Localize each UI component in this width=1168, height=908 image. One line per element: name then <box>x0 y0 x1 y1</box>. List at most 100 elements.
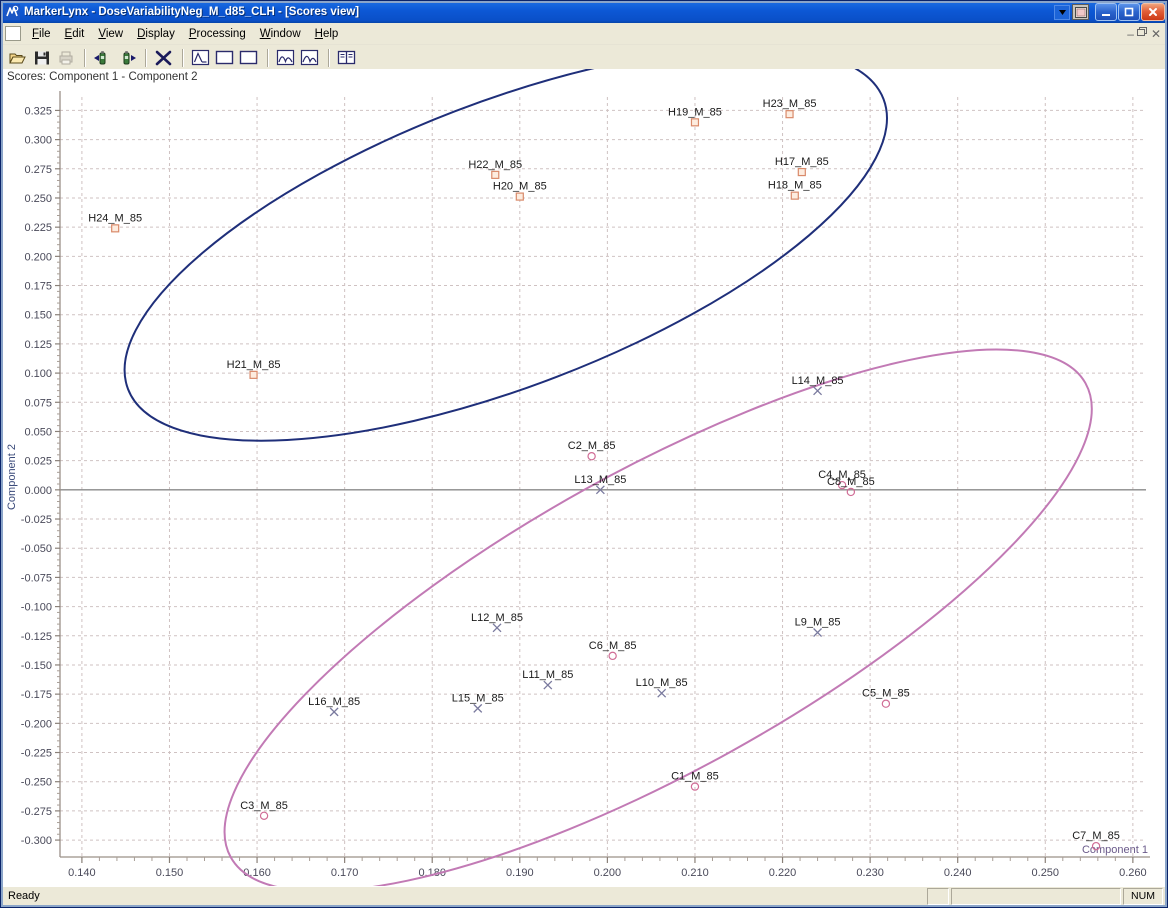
toolbar-separator <box>179 48 186 68</box>
close-button[interactable] <box>1141 3 1165 21</box>
y-axis-tick-label: -0.050 <box>21 543 52 555</box>
y-axis-tick-label: 0.125 <box>24 339 52 351</box>
title-bar-buttons <box>1054 3 1165 21</box>
x-axis-tick-label: 0.230 <box>856 867 884 879</box>
y-axis-tick-label: 0.100 <box>24 368 52 380</box>
data-point-label: H17_M_85 <box>775 156 829 168</box>
status-message: Ready <box>8 890 40 902</box>
data-point-marker <box>491 170 500 179</box>
plot-caption: Scores: Component 1 - Component 2 <box>7 71 198 83</box>
y-axis-tick-label: -0.300 <box>21 835 52 847</box>
y-axis-tick-label: -0.075 <box>21 572 52 584</box>
menu-item-window[interactable]: Window <box>253 25 308 43</box>
status-bar: Ready NUM <box>3 886 1165 905</box>
data-point-label: C3_M_85 <box>240 800 288 812</box>
toolbar-separator <box>81 48 88 68</box>
mdi-minimize-button[interactable]: – <box>1127 28 1134 40</box>
save-icon[interactable] <box>30 47 53 69</box>
menu-item-view[interactable]: View <box>91 25 130 43</box>
mdi-restore-button[interactable] <box>1136 27 1148 40</box>
y-axis-tick-label: -0.275 <box>21 806 52 818</box>
mdi-system-menu-icon[interactable] <box>5 26 21 41</box>
menu-item-edit[interactable]: Edit <box>58 25 92 43</box>
data-point-label: H21_M_85 <box>227 359 281 371</box>
x-axis-tick-label: 0.150 <box>156 867 184 879</box>
maximize-button[interactable] <box>1118 3 1140 21</box>
data-point-marker <box>797 167 806 177</box>
data-point-label: L14_M_85 <box>792 375 844 387</box>
scores-plot-panel[interactable]: Scores: Component 1 - Component 2 0.325 0… <box>3 69 1167 887</box>
toolbar-separator <box>325 48 332 68</box>
next-sample-icon[interactable] <box>115 47 138 69</box>
data-point-label: H19_M_85 <box>668 106 722 118</box>
window-title: MarkerLynx - DoseVariabilityNeg_M_d85_CL… <box>24 6 360 18</box>
application-window: MarkerLynx - DoseVariabilityNeg_M_d85_CL… <box>0 0 1168 908</box>
menu-item-processing[interactable]: Processing <box>182 25 253 43</box>
trend-plot-icon[interactable] <box>274 47 297 69</box>
y-axis-tick-label: -0.225 <box>21 748 52 760</box>
x-axis-tick-label: 0.260 <box>1119 867 1147 879</box>
mdi-dropdown-icon[interactable] <box>1054 4 1070 20</box>
mdi-document-icon[interactable] <box>1072 4 1089 20</box>
toolbar <box>1 45 1167 71</box>
y-axis-tick-label: 0.225 <box>24 222 52 234</box>
spectrum-plot-icon[interactable] <box>189 47 212 69</box>
blank-window2-icon[interactable] <box>237 47 260 69</box>
data-point-label: L13_M_85 <box>574 474 626 486</box>
scores-scatter-chart[interactable]: 0.325 0.300 0.275 0.250 0.225 0.200 0.175 0.150… <box>3 69 1167 887</box>
scatter-plot-icon[interactable] <box>152 47 175 69</box>
trend-plot2-icon[interactable] <box>298 47 321 69</box>
data-point-label: H24_M_85 <box>88 212 142 224</box>
y-axis-tick-label: -0.200 <box>21 718 52 730</box>
x-axis-tick-label: 0.210 <box>681 867 709 879</box>
blank-window-icon[interactable] <box>213 47 236 69</box>
toolbar-separator <box>142 48 149 68</box>
y-axis-tick-label: 0.075 <box>24 397 52 409</box>
y-axis-tick-label: 0.150 <box>24 310 52 322</box>
x-axis-tick-label: 0.190 <box>506 867 534 879</box>
data-point-label: H20_M_85 <box>493 181 547 193</box>
mdi-window-buttons: – ✕ <box>1127 27 1167 40</box>
x-axis-tick-label: 0.250 <box>1032 867 1060 879</box>
print-icon[interactable] <box>54 47 77 69</box>
x-axis-tick-label: 0.200 <box>594 867 622 879</box>
title-bar: MarkerLynx - DoseVariabilityNeg_M_d85_CL… <box>1 1 1167 23</box>
y-axis-tick-label: 0.275 <box>24 164 52 176</box>
y-axis-tick-label: 0.200 <box>24 251 52 263</box>
data-point-label: H22_M_85 <box>468 159 522 171</box>
data-point-label: L16_M_85 <box>308 696 360 708</box>
x-axis-tick-label: 0.140 <box>68 867 96 879</box>
status-pane-2 <box>951 887 1121 905</box>
data-point-label: C8_M_85 <box>827 476 875 488</box>
y-axis-tick-label: 0.250 <box>24 193 52 205</box>
previous-sample-icon[interactable] <box>91 47 114 69</box>
x-axis-tick-label: 0.170 <box>331 867 359 879</box>
markerlynx-icon <box>4 4 20 20</box>
minimize-button[interactable] <box>1095 3 1117 21</box>
status-num-indicator: NUM <box>1123 887 1163 905</box>
y-axis-tick-label: 0.000 <box>24 485 52 497</box>
y-axis-tick-label: -0.250 <box>21 777 52 789</box>
x-axis-tick-label: 0.240 <box>944 867 972 879</box>
y-axis-tick-label: 0.025 <box>24 456 52 468</box>
y-axis-tick-label: -0.100 <box>21 602 52 614</box>
mdi-close-button[interactable]: ✕ <box>1151 28 1161 40</box>
data-point-label: H23_M_85 <box>763 98 817 110</box>
data-point-marker <box>690 118 700 127</box>
y-axis-tick-label: -0.025 <box>21 514 52 526</box>
data-point-label: L10_M_85 <box>636 677 688 689</box>
y-axis-tick-label: 0.050 <box>24 426 52 438</box>
open-icon[interactable] <box>6 47 29 69</box>
menu-item-display[interactable]: Display <box>130 25 182 43</box>
data-point-marker <box>785 110 794 119</box>
menu-item-help[interactable]: Help <box>308 25 346 43</box>
data-point-label: L11_M_85 <box>522 669 573 681</box>
toolbar-separator <box>264 48 271 68</box>
data-point-label: C5_M_85 <box>862 688 910 700</box>
x-axis-title: Component 1 <box>1082 844 1148 856</box>
menu-item-file[interactable]: File <box>25 25 58 43</box>
report-book-icon[interactable] <box>335 47 358 69</box>
data-point-marker <box>790 191 799 200</box>
x-axis-tick-label: 0.160 <box>243 867 271 879</box>
y-axis-tick-label: 0.325 <box>24 105 52 117</box>
